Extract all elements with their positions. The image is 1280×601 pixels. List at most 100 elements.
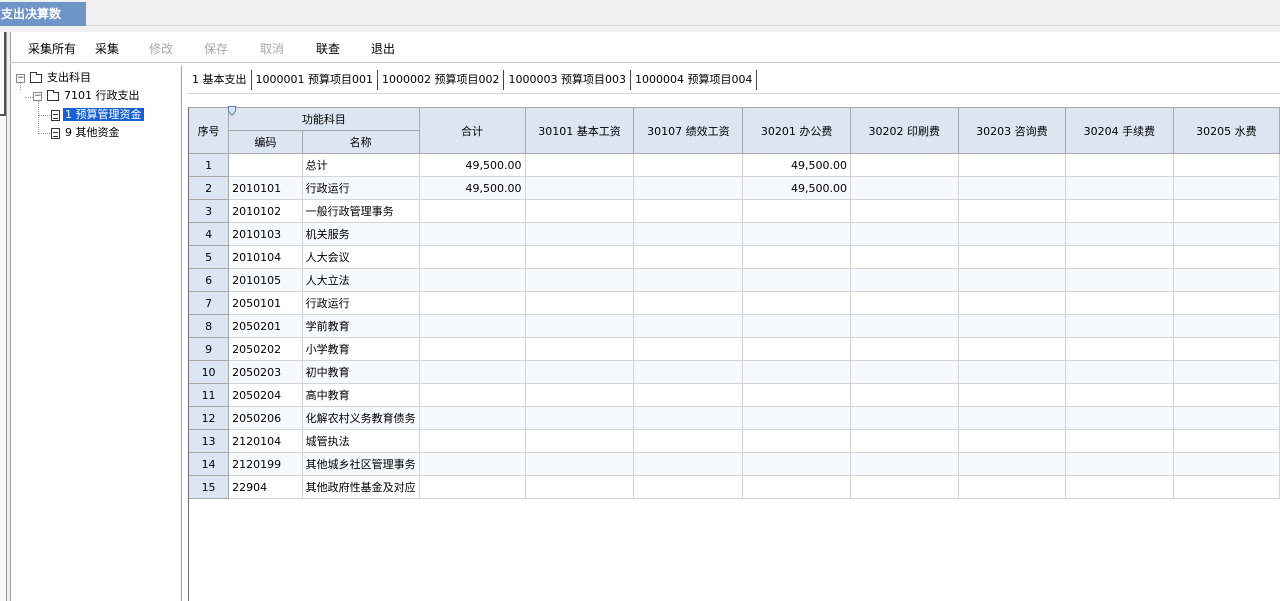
cell-30203[interactable] (957, 337, 1067, 361)
total-cell[interactable] (418, 383, 526, 407)
cell-30204[interactable] (1065, 337, 1174, 361)
cell-30201[interactable] (742, 337, 851, 361)
cell-30204[interactable] (1065, 291, 1174, 315)
cell-30204[interactable] (1065, 429, 1174, 453)
cell-30201[interactable]: 49,500.00 (742, 153, 851, 177)
cell-30202[interactable] (849, 268, 959, 292)
header-30203[interactable]: 30203 咨询费 (957, 107, 1067, 154)
linked-query-button[interactable]: 联查 (316, 38, 340, 60)
header-name[interactable]: 名称 (301, 130, 420, 154)
tree-node-budget-fund[interactable]: 1 预算管理资金 (51, 107, 144, 123)
cell-30202[interactable] (849, 245, 959, 269)
collect-button[interactable]: 采集 (95, 38, 119, 60)
cell-30202[interactable] (849, 314, 959, 338)
cell-30204[interactable] (1065, 153, 1174, 177)
row-number-cell[interactable]: 3 (188, 199, 230, 223)
cell-30202[interactable] (849, 475, 959, 499)
cell-30101[interactable] (524, 291, 635, 315)
cell-30201[interactable] (742, 222, 851, 246)
cell-30202[interactable] (849, 222, 959, 246)
cell-30201[interactable] (742, 199, 851, 223)
cell-30107[interactable] (633, 452, 744, 476)
cell-30202[interactable] (849, 383, 959, 407)
cell-30203[interactable] (957, 245, 1067, 269)
cell-30204[interactable] (1065, 314, 1174, 338)
cell-30101[interactable] (524, 406, 635, 430)
cell-30107[interactable] (633, 153, 744, 177)
name-cell[interactable]: 其他城乡社区管理事务 (301, 452, 420, 476)
cell-30204[interactable] (1065, 452, 1174, 476)
header-function-group[interactable]: 功能科目 (228, 107, 420, 131)
header-30201[interactable]: 30201 办公费 (742, 107, 851, 154)
cell-30205[interactable] (1172, 199, 1280, 223)
cell-30107[interactable] (633, 429, 744, 453)
cell-30201[interactable] (742, 291, 851, 315)
cell-30205[interactable] (1172, 291, 1280, 315)
cell-30202[interactable] (849, 452, 959, 476)
cell-30203[interactable] (957, 199, 1067, 223)
code-cell[interactable]: 2010104 (228, 245, 303, 269)
row-number-cell[interactable]: 14 (188, 452, 230, 476)
total-cell[interactable] (418, 268, 526, 292)
code-cell[interactable] (228, 153, 303, 177)
total-cell[interactable] (418, 475, 526, 499)
code-cell[interactable]: 2050203 (228, 360, 303, 384)
cell-30205[interactable] (1172, 429, 1280, 453)
cell-30203[interactable] (957, 360, 1067, 384)
header-30204[interactable]: 30204 手续费 (1065, 107, 1174, 154)
cell-30201[interactable] (742, 406, 851, 430)
cell-30201[interactable] (742, 245, 851, 269)
cell-30201[interactable] (742, 360, 851, 384)
code-cell[interactable]: 2010101 (228, 176, 303, 200)
tab-basic-expense[interactable]: 1 基本支出 (188, 70, 252, 90)
code-cell[interactable]: 2050101 (228, 291, 303, 315)
tab-project-003[interactable]: 1000003 预算项目003 (504, 70, 631, 90)
cell-30107[interactable] (633, 245, 744, 269)
left-splitter[interactable] (0, 32, 7, 601)
cell-30205[interactable] (1172, 153, 1280, 177)
cell-30201[interactable] (742, 452, 851, 476)
table-row[interactable]: 3 2010102 一般行政管理事务 (188, 199, 1280, 223)
name-cell[interactable]: 行政运行 (301, 291, 420, 315)
row-number-cell[interactable]: 13 (188, 429, 230, 453)
table-row[interactable]: 15 22904 其他政府性基金及对应 (188, 475, 1280, 499)
save-button[interactable]: 保存 (204, 38, 228, 60)
table-row[interactable]: 7 2050101 行政运行 (188, 291, 1280, 315)
header-code[interactable]: 编码 (228, 130, 303, 154)
name-cell[interactable]: 初中教育 (301, 360, 420, 384)
row-number-cell[interactable]: 4 (188, 222, 230, 246)
collect-all-button[interactable]: 采集所有 (28, 38, 76, 60)
collapse-icon[interactable]: − (16, 74, 25, 83)
cell-30107[interactable] (633, 475, 744, 499)
cell-30203[interactable] (957, 475, 1067, 499)
cell-30203[interactable] (957, 314, 1067, 338)
cell-30101[interactable] (524, 176, 635, 200)
code-cell[interactable]: 2050202 (228, 337, 303, 361)
cell-30107[interactable] (633, 199, 744, 223)
column-freeze-marker-icon[interactable] (228, 106, 236, 116)
code-cell[interactable]: 2050204 (228, 383, 303, 407)
name-cell[interactable]: 人大立法 (301, 268, 420, 292)
cell-30107[interactable] (633, 268, 744, 292)
name-cell[interactable]: 人大会议 (301, 245, 420, 269)
header-30205[interactable]: 30205 水费 (1172, 107, 1280, 154)
row-number-cell[interactable]: 6 (188, 268, 230, 292)
cell-30204[interactable] (1065, 475, 1174, 499)
cell-30204[interactable] (1065, 268, 1174, 292)
cell-30201[interactable] (742, 383, 851, 407)
cell-30202[interactable] (849, 429, 959, 453)
total-cell[interactable] (418, 314, 526, 338)
total-cell[interactable] (418, 452, 526, 476)
cell-30201[interactable]: 49,500.00 (742, 176, 851, 200)
table-row[interactable]: 14 2120199 其他城乡社区管理事务 (188, 452, 1280, 476)
cell-30202[interactable] (849, 337, 959, 361)
name-cell[interactable]: 行政运行 (301, 176, 420, 200)
total-cell[interactable] (418, 291, 526, 315)
edit-button[interactable]: 修改 (149, 38, 173, 60)
total-cell[interactable]: 49,500.00 (418, 176, 526, 200)
cell-30203[interactable] (957, 429, 1067, 453)
row-number-cell[interactable]: 7 (188, 291, 230, 315)
table-row[interactable]: 4 2010103 机关服务 (188, 222, 1280, 246)
cell-30203[interactable] (957, 383, 1067, 407)
cell-30101[interactable] (524, 222, 635, 246)
